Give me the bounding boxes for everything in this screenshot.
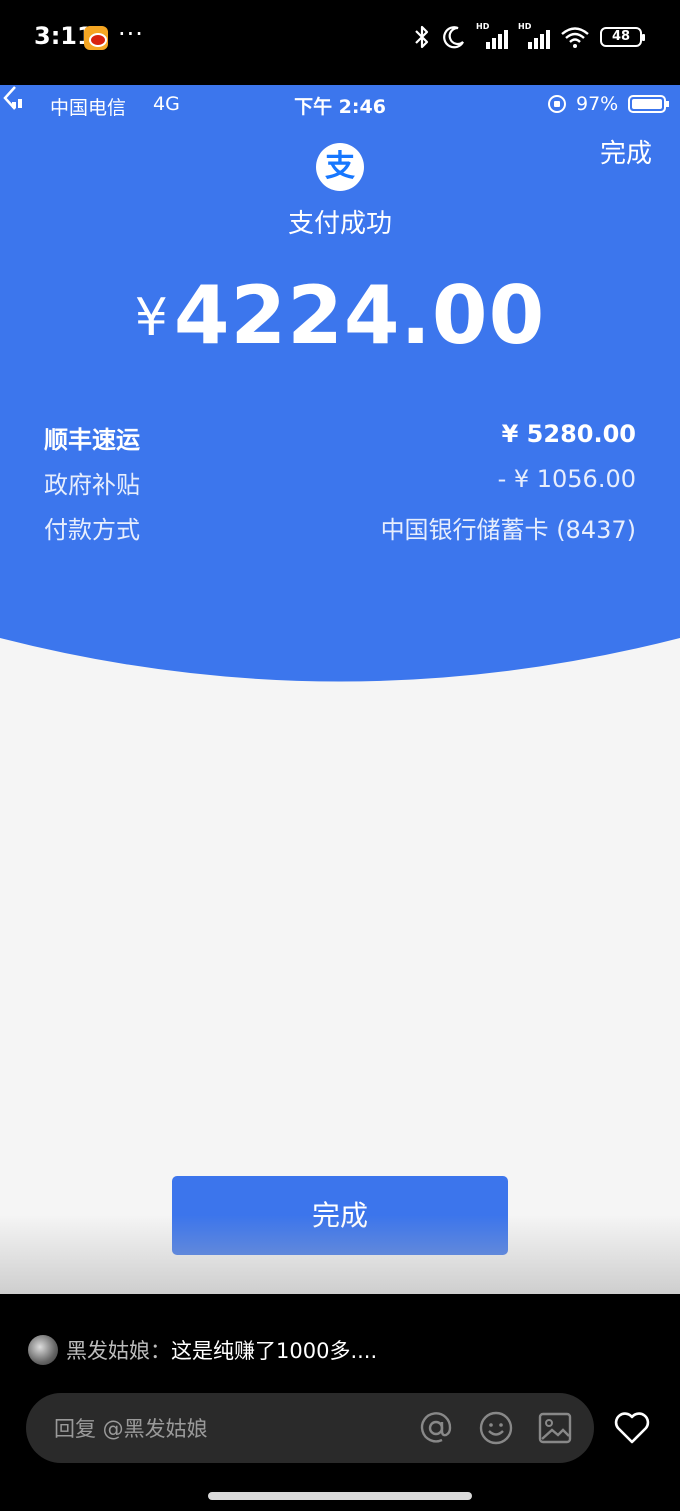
battery-icon: 48 <box>600 27 645 47</box>
amount-value: 4224.00 <box>173 269 546 362</box>
currency-symbol: ¥ <box>134 288 168 348</box>
reply-input[interactable]: 回复 @黑发姑娘 <box>54 1413 208 1443</box>
detail-value: 中国银行储蓄卡 (8437) <box>380 516 636 544</box>
moon-icon <box>443 26 464 49</box>
wifi-icon <box>561 27 589 48</box>
comment-text: 这是纯赚了1000多.... <box>171 1339 378 1363</box>
reply-input-bar[interactable]: 回复 @黑发姑娘 <box>26 1393 594 1463</box>
detail-value: ¥ 5280.00 <box>501 420 636 448</box>
detail-label: 顺丰速运 <box>44 426 140 454</box>
payment-screen: 中国电信 4G 下午 2:46 97% 完成 支 支付成功 ¥4224.00 顺… <box>0 85 680 1294</box>
more-notifications-icon: ··· <box>118 20 144 48</box>
like-heart-icon[interactable] <box>612 1408 652 1448</box>
avatar[interactable] <box>28 1335 58 1365</box>
orientation-lock-icon <box>548 95 566 113</box>
detail-label: 政府补贴 <box>44 471 140 499</box>
detail-row-merchant: 顺丰速运 ¥ 5280.00 <box>44 420 636 454</box>
alipay-logo-icon: 支 <box>316 143 364 191</box>
detail-label: 付款方式 <box>44 516 140 544</box>
mention-icon[interactable] <box>418 1410 454 1446</box>
comment-author[interactable]: 黑发姑娘： <box>66 1335 171 1365</box>
payment-success-title: 支付成功 <box>287 209 392 239</box>
home-indicator[interactable] <box>208 1492 472 1500</box>
signal-hd-icon: HD <box>518 22 550 49</box>
inner-status-bar: 中国电信 4G 下午 2:46 97% <box>0 85 680 123</box>
inner-battery-icon <box>628 95 669 113</box>
payment-header-panel: 中国电信 4G 下午 2:46 97% 完成 支 支付成功 ¥4224.00 顺… <box>0 85 680 745</box>
battery-percent: 97% <box>576 93 619 115</box>
phone-status-bar: 3:11 ··· HD HD 48 <box>0 0 680 85</box>
top-done-link[interactable]: 完成 <box>600 133 652 170</box>
image-icon[interactable] <box>537 1410 573 1446</box>
emoji-icon[interactable] <box>478 1410 514 1446</box>
status-icons: HD HD 48 <box>412 22 645 50</box>
weibo-icon <box>84 26 108 50</box>
detail-row-subsidy: 政府补贴 - ¥ 1056.00 <box>44 465 636 499</box>
done-button[interactable]: 完成 <box>172 1176 508 1255</box>
detail-value: - ¥ 1056.00 <box>497 465 636 493</box>
payment-amount: ¥4224.00 <box>0 269 680 362</box>
signal-hd-icon: HD <box>476 22 508 49</box>
bluetooth-icon <box>415 25 429 49</box>
comment-item: 黑发姑娘： 这是纯赚了1000多.... <box>28 1332 377 1368</box>
detail-row-payment-method: 付款方式 中国银行储蓄卡 (8437) <box>44 510 636 544</box>
